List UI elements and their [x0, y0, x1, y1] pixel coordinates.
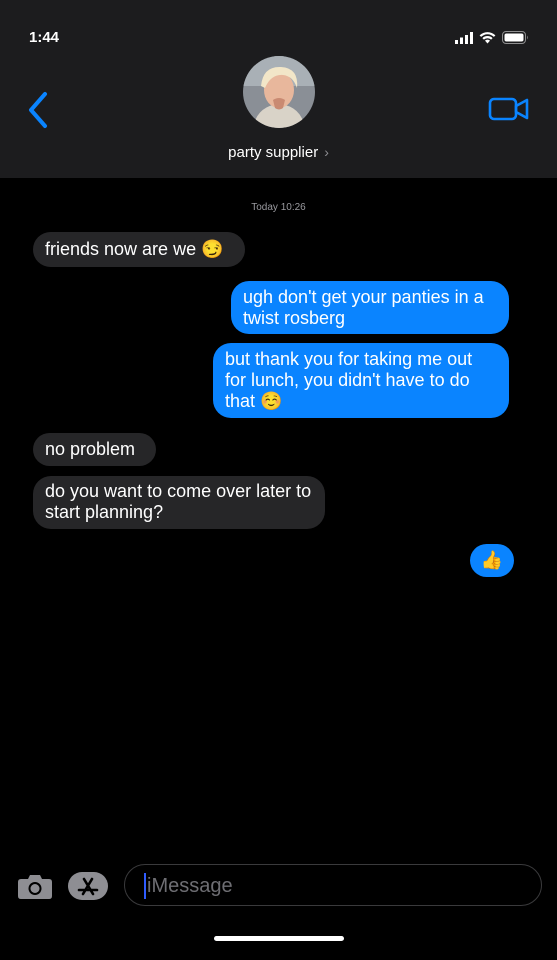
- contact-avatar[interactable]: [243, 56, 315, 128]
- signal-icon: [455, 31, 473, 44]
- back-chevron-icon[interactable]: [24, 90, 54, 130]
- conversation-timestamp: Today 10:26: [251, 202, 306, 213]
- text-caret: [144, 873, 146, 899]
- message-text: friends now are we 😏: [45, 239, 224, 259]
- message-input[interactable]: iMessage: [124, 864, 542, 906]
- camera-icon[interactable]: [17, 872, 53, 900]
- incoming-message[interactable]: friends now are we 😏: [33, 232, 245, 267]
- contact-name[interactable]: party supplier ›: [0, 144, 557, 161]
- message-text: but thank you for taking me out for lunc…: [225, 349, 473, 411]
- contact-name-label[interactable]: party supplier: [228, 144, 318, 161]
- message-text: no problem: [45, 439, 136, 459]
- outgoing-message[interactable]: 👍: [470, 544, 514, 577]
- conversation-header: 1:44 party supplier ›: [0, 0, 557, 178]
- status-icons: [455, 31, 529, 44]
- message-text: do you want to come over later to start …: [45, 481, 312, 522]
- status-time: 1:44: [29, 29, 60, 46]
- battery-icon: [502, 31, 528, 44]
- app-store-icon[interactable]: [67, 871, 109, 901]
- incoming-message[interactable]: no problem: [33, 433, 156, 466]
- incoming-message[interactable]: do you want to come over later to start …: [33, 476, 325, 529]
- outgoing-message[interactable]: but thank you for taking me out for lunc…: [213, 343, 509, 418]
- wifi-icon: [479, 31, 496, 43]
- message-input-placeholder: iMessage: [147, 875, 233, 897]
- outgoing-message[interactable]: ugh don't get your panties in a twist ro…: [231, 281, 509, 334]
- message-text: ugh don't get your panties in a twist ro…: [243, 287, 484, 328]
- chevron-right-icon[interactable]: ›: [324, 144, 329, 160]
- video-camera-icon[interactable]: [488, 95, 530, 123]
- message-text: 👍: [480, 550, 504, 570]
- home-indicator[interactable]: [214, 936, 344, 941]
